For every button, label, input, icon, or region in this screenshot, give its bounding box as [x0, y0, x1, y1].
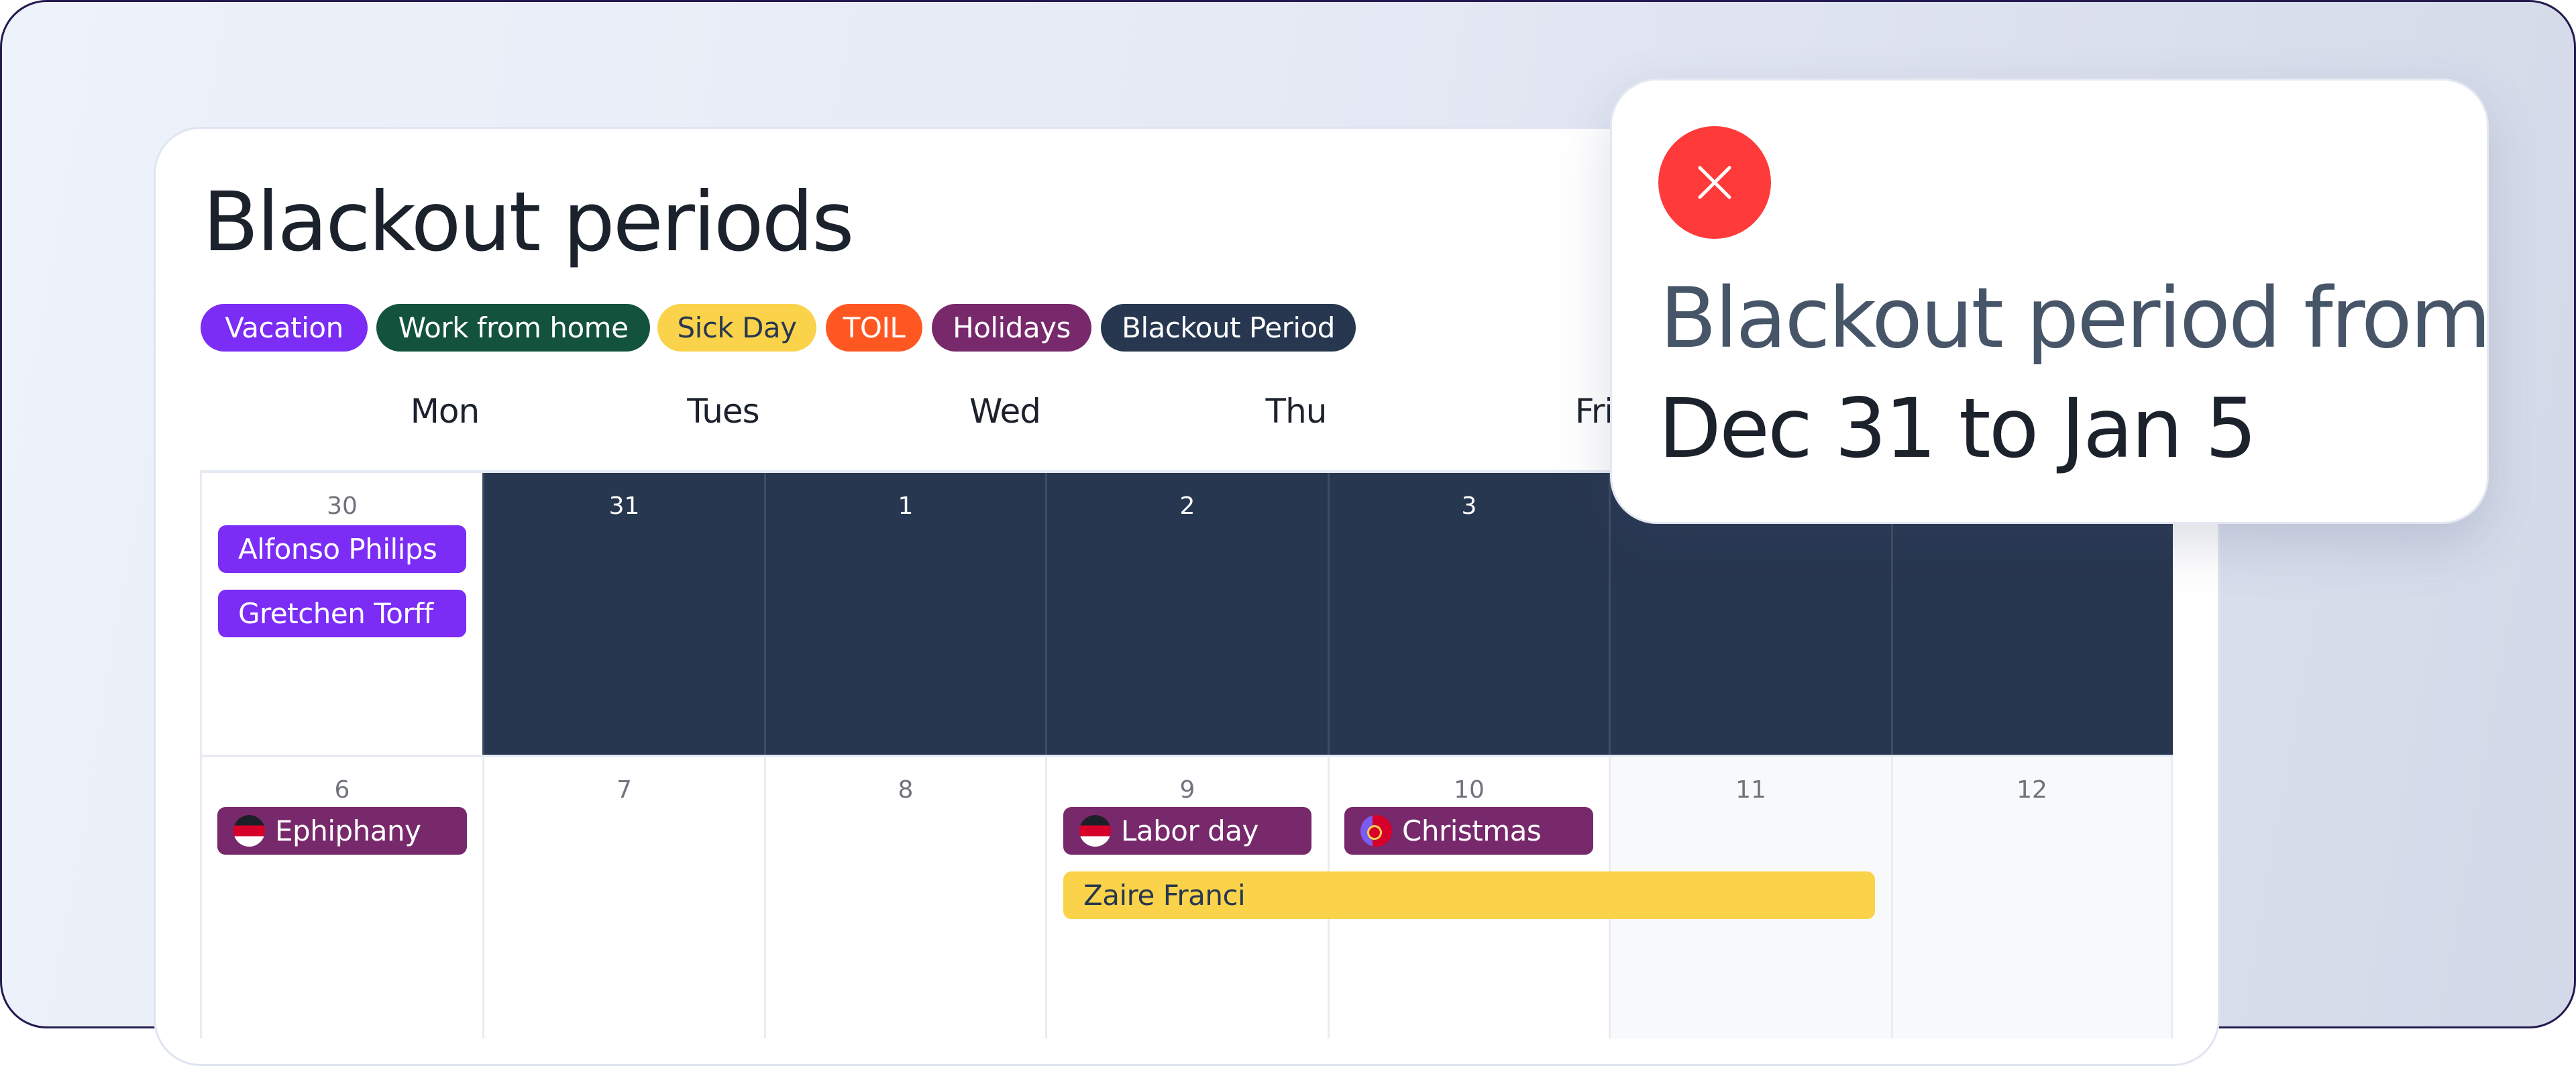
event-holiday-christmas[interactable]: Christmas [1344, 807, 1593, 855]
legend-work-from-home[interactable]: Work from home [376, 304, 650, 352]
weekday-mon: Mon [410, 392, 480, 431]
date-number: 30 [327, 492, 358, 520]
day-cell-weekend[interactable]: 12 [1891, 757, 2173, 1038]
legend-sick-day[interactable]: Sick Day [657, 304, 816, 352]
legend-vacation[interactable]: Vacation [201, 304, 368, 352]
portugal-emblem [1367, 825, 1382, 840]
close-icon [1698, 166, 1731, 199]
date-number: 7 [616, 776, 632, 804]
event-vacation-gretchen[interactable]: Gretchen Torff [218, 590, 466, 637]
event-holiday-labor-day[interactable]: Labor day [1063, 807, 1311, 855]
date-number: 10 [1454, 776, 1485, 804]
day-cell-blackout[interactable]: 3 [1328, 473, 1609, 755]
popup-message-line1: Blackout period from [1660, 270, 2491, 367]
event-label: Zaire Franci [1083, 879, 1246, 912]
day-cell-blackout[interactable]: 2 [1045, 473, 1328, 755]
event-label: Christmas [1402, 814, 1542, 847]
weekday-thu: Thu [1265, 392, 1328, 431]
day-cell[interactable]: 8 [764, 757, 1045, 1038]
legend-toil[interactable]: TOIL [826, 304, 922, 352]
weekday-fri: Fri [1574, 392, 1614, 431]
date-number: 9 [1179, 776, 1195, 804]
weekday-wed: Wed [969, 392, 1041, 431]
date-number: 2 [1179, 492, 1195, 520]
portugal-flag-icon [1360, 815, 1392, 847]
date-number: 31 [608, 492, 640, 520]
day-cell-blackout[interactable]: 1 [764, 473, 1045, 755]
event-label: Alfonso Philips [238, 533, 437, 566]
germany-flag-icon [233, 815, 265, 847]
day-cell[interactable]: 6 [200, 757, 482, 1038]
legend-blackout-period[interactable]: Blackout Period [1101, 304, 1356, 352]
weekday-tues: Tues [687, 392, 759, 431]
event-label: Labor day [1121, 814, 1258, 847]
page-title: Blackout periods [203, 174, 855, 270]
event-label: Ephiphany [275, 814, 421, 847]
date-number: 6 [334, 776, 350, 804]
error-badge[interactable] [1658, 126, 1771, 239]
date-number: 12 [2017, 776, 2047, 804]
date-number: 1 [898, 492, 914, 520]
date-number: 3 [1461, 492, 1477, 520]
date-number: 11 [1735, 776, 1766, 804]
event-sick-day-zaire[interactable]: Zaire Franci [1063, 871, 1875, 919]
event-vacation-alfonso[interactable]: Alfonso Philips [218, 525, 466, 573]
event-label: Gretchen Torff [238, 597, 433, 630]
day-cell-blackout[interactable]: 31 [482, 473, 764, 755]
event-holiday-ephiphany[interactable]: Ephiphany [217, 807, 467, 855]
popup-message-dates: Dec 31 to Jan 5 [1658, 381, 2257, 476]
germany-flag-icon [1079, 815, 1111, 847]
legend-holidays[interactable]: Holidays [932, 304, 1091, 352]
day-cell[interactable]: 7 [482, 757, 764, 1038]
date-number: 8 [898, 776, 914, 804]
